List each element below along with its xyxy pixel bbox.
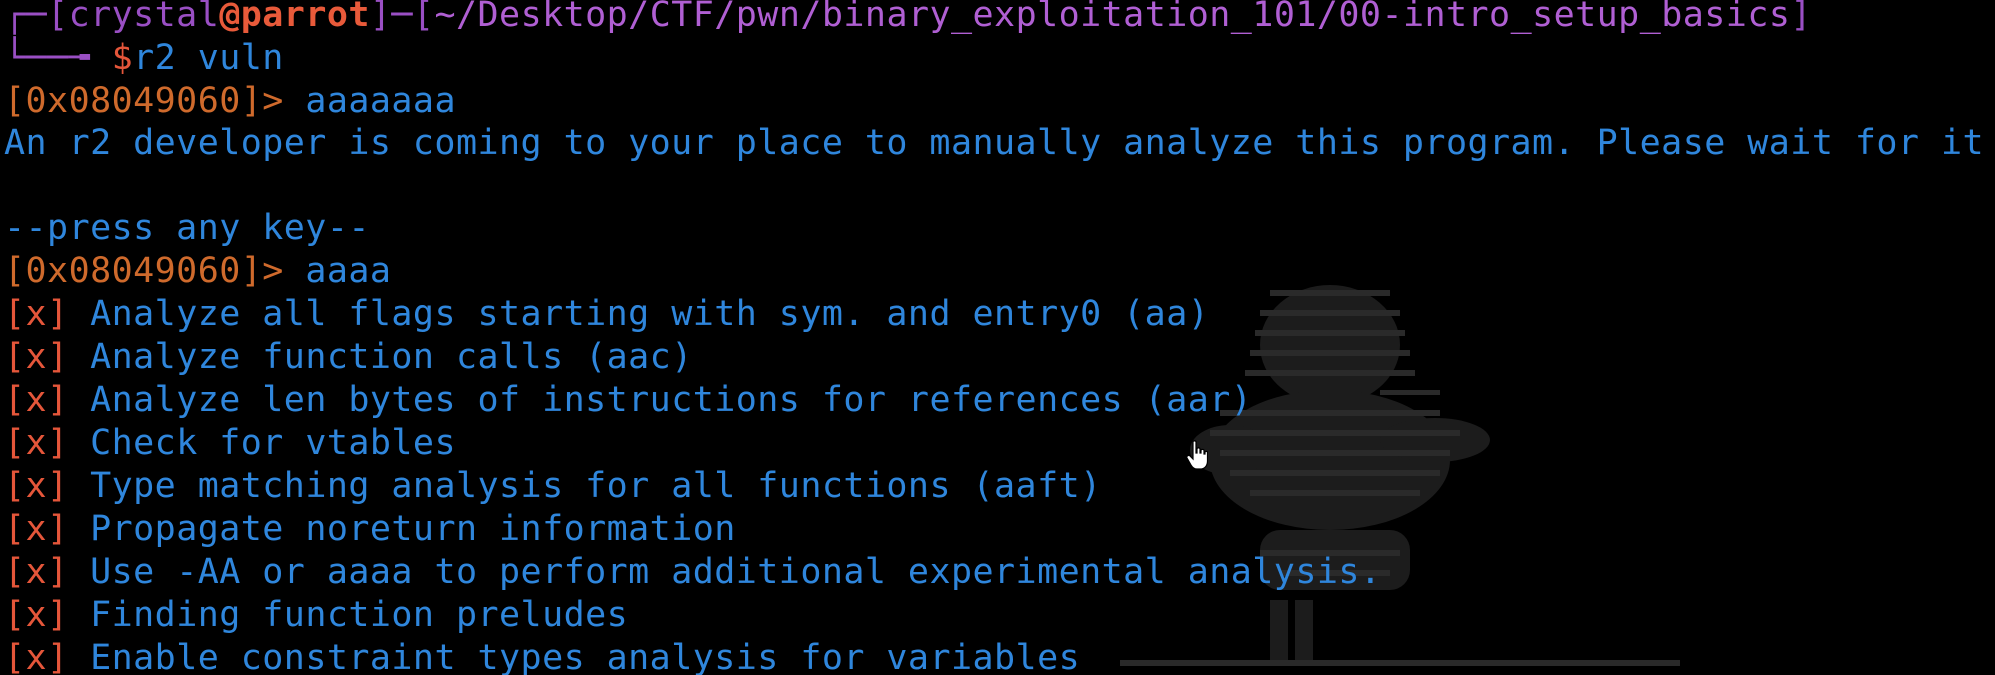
- analysis-mark: [x]: [4, 638, 69, 675]
- analysis-mark: [x]: [4, 337, 69, 377]
- prompt-at: @: [219, 0, 241, 35]
- r2-prompt-line-1: [0x08049060]> aaaaaaa: [4, 80, 456, 123]
- prompt-symbol: $: [111, 38, 134, 78]
- r2-command-2: aaaa: [305, 251, 392, 291]
- prompt-host: parrot: [240, 0, 370, 35]
- analysis-line: [x] Propagate noreturn information: [4, 509, 736, 549]
- prompt-separator: ]─[: [369, 0, 435, 35]
- analysis-mark: [x]: [4, 466, 69, 506]
- analysis-mark: [x]: [4, 595, 69, 635]
- analysis-line: [x] Analyze len bytes of instructions fo…: [4, 380, 1253, 420]
- analysis-mark: [x]: [4, 552, 69, 592]
- hand-pointer-icon: [1186, 440, 1208, 470]
- r2-address: [0x08049060]>: [4, 251, 284, 291]
- analysis-mark: [x]: [4, 423, 69, 463]
- r2-command-1: aaaaaaa: [305, 81, 456, 121]
- prompt-corner-bottom: └──╼: [4, 38, 112, 78]
- prompt-command: r2 vuln: [133, 38, 284, 78]
- prompt-user: crystal: [68, 0, 220, 35]
- prompt-corner-top: ┌─[: [4, 0, 69, 35]
- prompt-cwd: ~/Desktop/CTF/pwn/binary_exploitation_10…: [434, 0, 1791, 35]
- r2-message: An r2 developer is coming to your place …: [4, 123, 1985, 163]
- analysis-line: [x] Analyze all flags starting with sym.…: [4, 294, 1210, 334]
- analysis-mark: [x]: [4, 294, 69, 334]
- analysis-mark: [x]: [4, 380, 69, 420]
- command-line: └──╼ $r2 vuln: [4, 37, 284, 80]
- r2-prompt-line-2: [0x08049060]> aaaa: [4, 250, 391, 293]
- prompt-cwd-close: ]: [1790, 0, 1812, 35]
- r2-address: [0x08049060]>: [4, 81, 284, 121]
- analysis-line: [x] Finding function preludes: [4, 595, 629, 635]
- analysis-line: [x] Check for vtables: [4, 423, 456, 463]
- analysis-mark: [x]: [4, 509, 69, 549]
- terminal-window[interactable]: ┌─[crystal@parrot]─[~/Desktop/CTF/pwn/bi…: [0, 0, 1995, 675]
- analysis-line: [x] Type matching analysis for all funct…: [4, 466, 1102, 506]
- analysis-line: [x] Enable constraint types analysis for…: [4, 637, 1080, 675]
- press-any-key: --press any key--: [4, 208, 370, 248]
- analysis-line: [x] Analyze function calls (aac): [4, 337, 693, 377]
- prompt-line: ┌─[crystal@parrot]─[~/Desktop/CTF/pwn/bi…: [4, 0, 1812, 37]
- analysis-line: [x] Use -AA or aaaa to perform additiona…: [4, 552, 1382, 592]
